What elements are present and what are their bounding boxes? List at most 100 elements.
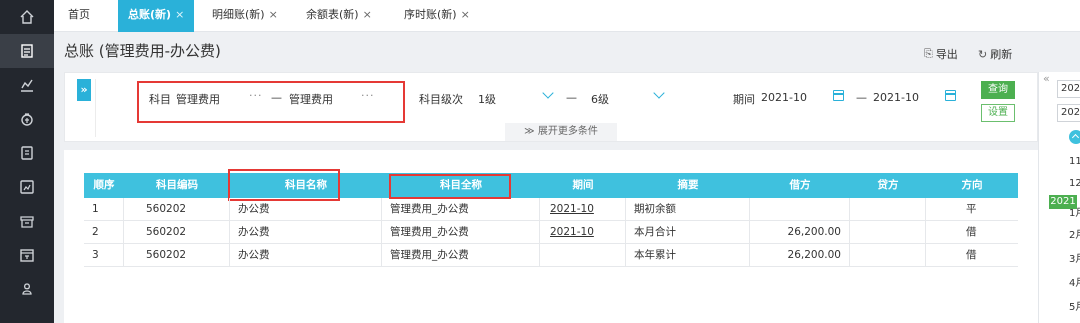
subject-from-picker-icon[interactable]: ··· <box>249 89 263 102</box>
ledger-table-panel: 顺序 科目编码 科目名称 科目全称 期间 摘要 借方 贷方 方向 1 56020… <box>64 150 1038 323</box>
inventory-icon[interactable] <box>0 204 54 238</box>
chart-icon[interactable] <box>0 68 54 102</box>
month-item[interactable]: 3月 <box>1069 250 1080 265</box>
calendar-icon[interactable] <box>945 90 956 101</box>
page-title: 总账 (管理费用-办公费) <box>64 42 221 60</box>
month-item[interactable]: 1月 <box>1069 204 1080 219</box>
column-header-code[interactable]: 科目编码 <box>124 173 230 198</box>
calendar-icon[interactable] <box>833 90 844 101</box>
divider <box>95 79 96 137</box>
salary-icon[interactable] <box>0 272 54 306</box>
table-header: 顺序 科目编码 科目名称 科目全称 期间 摘要 借方 贷方 方向 <box>84 173 1018 198</box>
subject-from-field[interactable]: 管理费用 <box>176 91 220 107</box>
document-icon[interactable] <box>0 136 54 170</box>
tab-label: 明细账(新) <box>212 8 265 21</box>
cell-fullname: 管理费用_办公费 <box>382 244 540 266</box>
settings-button[interactable]: 设置 <box>981 104 1015 122</box>
query-button[interactable]: 查询 <box>981 81 1015 99</box>
tab-label: 序时账(新) <box>404 8 457 21</box>
export-button[interactable]: ⎘ 导出 <box>924 46 958 62</box>
collapse-panel-icon[interactable]: « <box>1043 72 1050 85</box>
table-row[interactable]: 3 560202 办公费 管理费用_办公费 本年累计 26,200.00 借 <box>84 244 1018 267</box>
side-date-from-field[interactable]: 2021 <box>1057 80 1080 98</box>
cell-period <box>540 244 626 266</box>
highlight-box-name-column <box>228 169 340 201</box>
cell-seq: 2 <box>84 221 124 243</box>
period-link[interactable]: 2021-10 <box>540 221 626 243</box>
subject-label: 科目 <box>149 93 171 106</box>
close-icon[interactable]: × <box>363 8 372 21</box>
month-item[interactable]: 5月 <box>1069 298 1080 313</box>
report-icon[interactable] <box>0 170 54 204</box>
tab-label: 首页 <box>68 8 90 21</box>
column-header-period[interactable]: 期间 <box>540 173 626 198</box>
close-icon[interactable]: × <box>461 8 470 21</box>
money-bag-icon[interactable] <box>0 102 54 136</box>
column-header-debit[interactable]: 借方 <box>750 173 850 198</box>
tab-journal[interactable]: 序时账(新) × <box>404 0 470 32</box>
cell-credit <box>850 221 926 243</box>
column-header-summary[interactable]: 摘要 <box>626 173 750 198</box>
month-item[interactable]: 4月 <box>1069 274 1080 289</box>
tab-balance-sheet[interactable]: 余额表(新) × <box>306 0 372 32</box>
expand-panel-button[interactable]: » <box>77 79 91 101</box>
table-row[interactable]: 1 560202 办公费 管理费用_办公费 2021-10 期初余额 平 <box>84 198 1018 221</box>
highlight-box-fullname-column <box>389 174 511 199</box>
cell-seq: 3 <box>84 244 124 266</box>
table-row[interactable]: 2 560202 办公费 管理费用_办公费 2021-10 本月合计 26,20… <box>84 221 1018 244</box>
filter-panel: » 科目 管理费用 ··· — 管理费用 ··· 科目级次 1级 — 6级 期间… <box>64 72 1038 142</box>
chevron-down-icon[interactable] <box>542 87 554 99</box>
cell-debit <box>750 198 850 220</box>
cell-summary: 本月合计 <box>626 221 750 243</box>
column-header-direction[interactable]: 方向 <box>926 173 1018 198</box>
cell-code: 560202 <box>124 221 230 243</box>
expand-more-conditions-button[interactable]: ≫ 展开更多条件 <box>505 123 617 141</box>
month-item[interactable]: 11 <box>1069 156 1080 167</box>
range-dash: — <box>271 91 282 104</box>
range-dash: — <box>856 91 867 104</box>
level-label: 科目级次 <box>419 93 463 106</box>
cell-credit <box>850 198 926 220</box>
title-bar: 总账 (管理费用-办公费) ⎘ 导出 ↻ 刷新 <box>54 32 1038 72</box>
month-item[interactable]: 12 <box>1069 178 1080 189</box>
cell-summary: 本年累计 <box>626 244 750 266</box>
ledger-icon[interactable] <box>0 34 54 68</box>
cell-direction: 借 <box>966 249 977 261</box>
cell-name: 办公费 <box>230 244 382 266</box>
refresh-icon: ↻ <box>978 47 988 61</box>
column-header-seq[interactable]: 顺序 <box>84 173 124 198</box>
export-icon: ⎘ <box>924 47 933 60</box>
subject-to-field[interactable]: 管理费用 <box>289 91 333 107</box>
period-from-field[interactable]: 2021-10 <box>761 91 807 104</box>
cell-fullname: 管理费用_办公费 <box>382 221 540 243</box>
column-header-credit[interactable]: 贷方 <box>850 173 926 198</box>
tab-general-ledger[interactable]: 总账(新) × <box>118 0 195 32</box>
period-link[interactable]: 2021-10 <box>540 198 626 220</box>
chevron-up-icon[interactable] <box>1069 130 1080 144</box>
chevron-down-icon[interactable] <box>653 87 665 99</box>
range-dash: — <box>566 91 577 104</box>
period-to-field[interactable]: 2021-10 <box>873 91 919 104</box>
tax-icon[interactable] <box>0 238 54 272</box>
level-to-select[interactable]: 6级 <box>591 91 609 107</box>
refresh-button[interactable]: ↻ 刷新 <box>978 46 1012 62</box>
refresh-label: 刷新 <box>990 48 1013 61</box>
home-icon[interactable] <box>0 0 54 34</box>
tab-label: 余额表(新) <box>306 8 359 21</box>
cell-credit <box>850 244 926 266</box>
month-item[interactable]: 2月 <box>1069 226 1080 241</box>
left-nav <box>0 0 54 323</box>
close-icon[interactable]: × <box>269 8 278 21</box>
tab-bar: 首页 总账(新) × 明细账(新) × 余额表(新) × 序时账(新) × <box>54 0 1080 32</box>
side-date-to-field[interactable]: 2021 <box>1057 104 1080 122</box>
subject-to-picker-icon[interactable]: ··· <box>361 89 375 102</box>
cell-direction: 平 <box>966 203 977 215</box>
cell-direction: 借 <box>966 226 977 238</box>
cell-seq: 1 <box>84 198 124 220</box>
close-icon[interactable]: × <box>175 8 184 21</box>
level-from-select[interactable]: 1级 <box>478 91 496 107</box>
export-label: 导出 <box>935 48 958 61</box>
cell-fullname: 管理费用_办公费 <box>382 198 540 220</box>
tab-detail-ledger[interactable]: 明细账(新) × <box>212 0 278 32</box>
tab-home[interactable]: 首页 <box>68 0 90 32</box>
